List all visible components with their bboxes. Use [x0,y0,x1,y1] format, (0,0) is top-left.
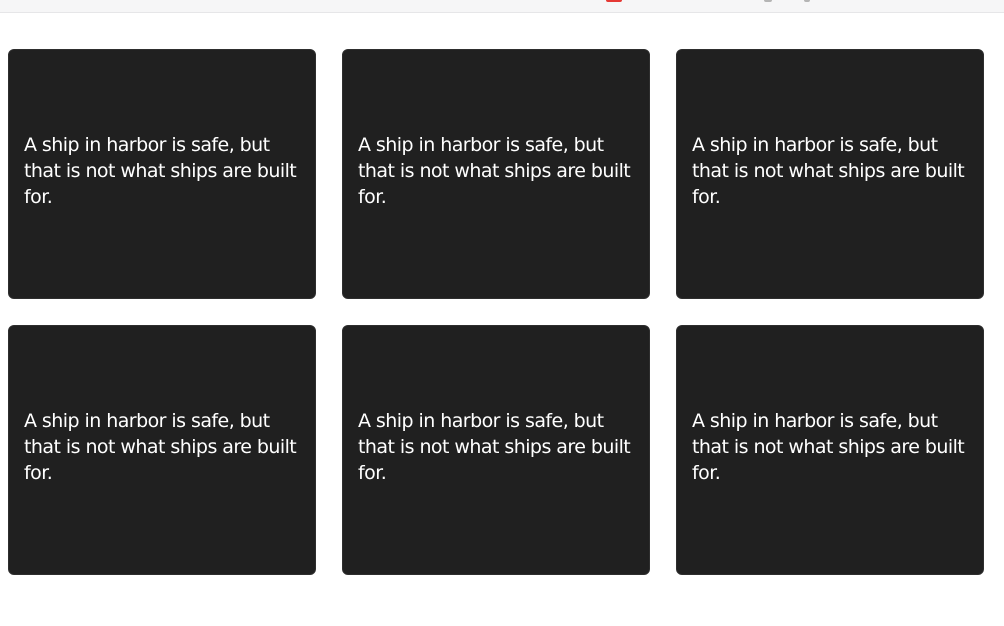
card-grid: A ship in harbor is safe, but that is no… [8,49,984,575]
quote-text: A ship in harbor is safe, but that is no… [692,134,965,208]
quote-card[interactable]: A ship in harbor is safe, but that is no… [342,325,650,575]
quote-text: A ship in harbor is safe, but that is no… [358,410,631,484]
quote-text: A ship in harbor is safe, but that is no… [24,134,297,208]
quote-text: A ship in harbor is safe, but that is no… [692,410,965,484]
quote-card[interactable]: A ship in harbor is safe, but that is no… [8,325,316,575]
toolbar-icon[interactable] [804,0,810,2]
quote-text: A ship in harbor is safe, but that is no… [358,134,631,208]
quote-card[interactable]: A ship in harbor is safe, but that is no… [8,49,316,299]
quote-text: A ship in harbor is safe, but that is no… [24,410,297,484]
quote-card[interactable]: A ship in harbor is safe, but that is no… [676,325,984,575]
quote-card[interactable]: A ship in harbor is safe, but that is no… [676,49,984,299]
toolbar-icon[interactable] [764,0,772,2]
browser-toolbar-strip [0,0,1004,13]
red-extension-icon[interactable] [606,0,622,2]
quote-card[interactable]: A ship in harbor is safe, but that is no… [342,49,650,299]
